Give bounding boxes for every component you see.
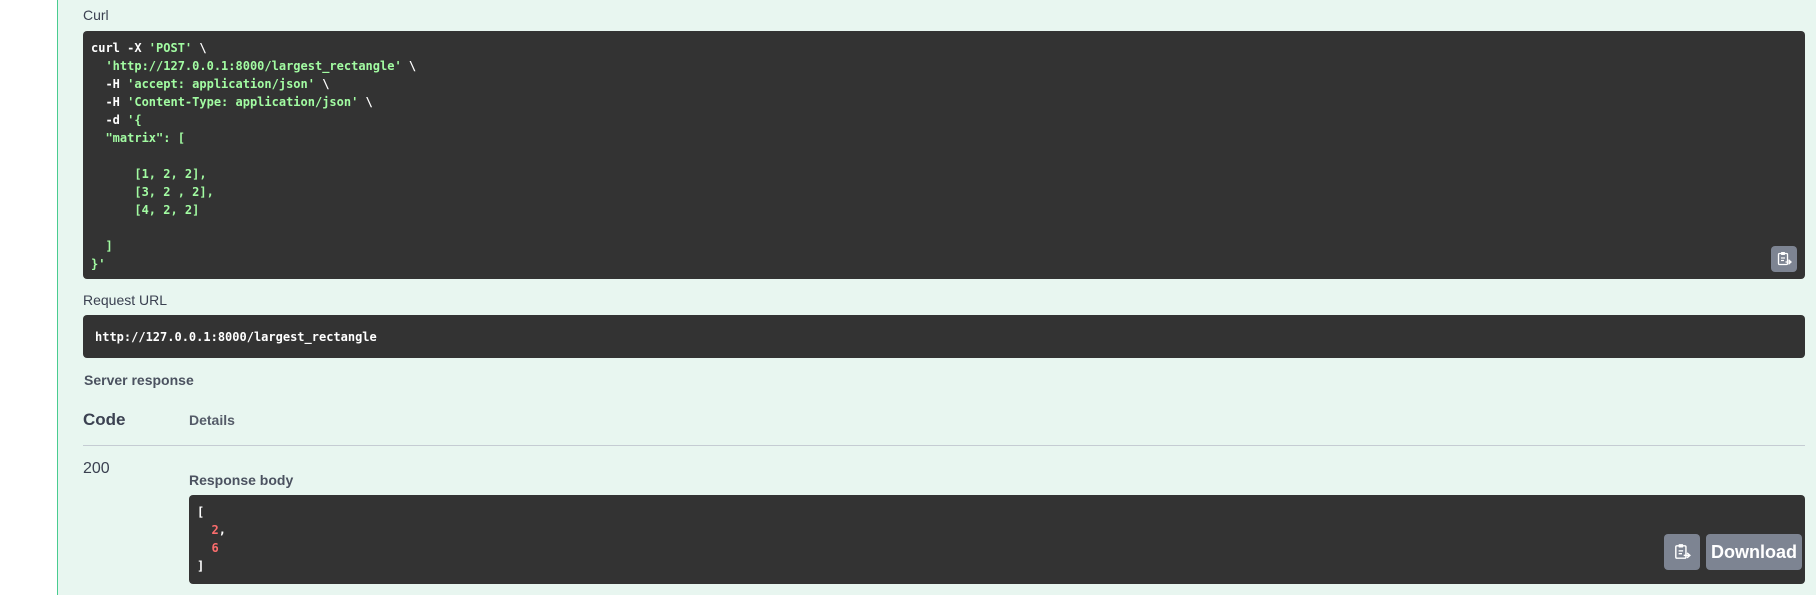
- response-body-token: ,: [218, 523, 226, 537]
- curl-token: "matrix": [: [91, 131, 185, 145]
- curl-token: '{: [127, 113, 142, 127]
- curl-token: 'http://127.0.0.1:8000/largest_rectangle…: [105, 59, 402, 73]
- response-panel: Curl curl -X 'POST' \ 'http://127.0.0.1:…: [57, 0, 1816, 595]
- response-body-label: Response body: [189, 472, 294, 488]
- response-body-token: [197, 523, 211, 537]
- curl-token: [4, 2, 2]: [91, 203, 200, 217]
- curl-line: [1, 2, 2],: [91, 167, 207, 181]
- curl-token: \: [314, 77, 330, 91]
- clipboard-copy-icon: [1675, 544, 1691, 559]
- download-button[interactable]: Download: [1706, 534, 1802, 570]
- curl-line: -H 'Content-Type: application/json' \: [91, 95, 373, 109]
- request-url-label: Request URL: [83, 292, 168, 308]
- response-body-line: 6: [197, 541, 219, 555]
- response-body-line: [: [197, 505, 204, 519]
- curl-command-text: curl -X 'POST' \ 'http://127.0.0.1:8000/…: [91, 39, 1797, 273]
- curl-token: [91, 59, 105, 73]
- response-body-token: 6: [211, 541, 219, 555]
- response-status-code: 200: [83, 460, 110, 477]
- curl-token: curl -X: [91, 41, 149, 55]
- curl-label: Curl: [83, 7, 109, 23]
- curl-line: -d '{: [91, 113, 142, 127]
- response-body-block[interactable]: [ 2, 6 ] Download: [189, 495, 1805, 584]
- server-response-label: Server response: [84, 372, 194, 388]
- curl-token: \: [401, 59, 417, 73]
- clipboard-copy-icon: [1777, 252, 1792, 266]
- curl-token: ]: [91, 239, 113, 253]
- curl-line: ]: [91, 239, 113, 253]
- response-body-line: 2,: [197, 523, 226, 537]
- request-url-block[interactable]: http://127.0.0.1:8000/largest_rectangle: [83, 315, 1805, 358]
- curl-token: 'POST': [148, 41, 193, 55]
- curl-token: -d: [91, 113, 128, 127]
- response-body-token: [: [197, 505, 205, 519]
- copy-curl-button[interactable]: [1771, 246, 1797, 272]
- table-header-divider: [83, 445, 1805, 446]
- curl-line: [3, 2 , 2],: [91, 185, 214, 199]
- curl-token: [1, 2, 2],: [91, 167, 207, 181]
- curl-line: [4, 2, 2]: [91, 203, 199, 217]
- response-body-token: ]: [197, 559, 205, 573]
- curl-line: "matrix": [: [91, 131, 185, 145]
- curl-token: [3, 2 , 2],: [91, 185, 214, 199]
- curl-token: -H: [91, 77, 128, 91]
- details-column-header: Details: [189, 412, 235, 428]
- code-column-header: Code: [83, 410, 126, 429]
- response-body-text: [ 2, 6 ]: [197, 503, 1797, 575]
- curl-line: 'http://127.0.0.1:8000/largest_rectangle…: [91, 59, 416, 73]
- curl-token: 'Content-Type: application/json': [127, 95, 359, 109]
- response-body-token: [197, 541, 211, 555]
- curl-line: }': [91, 257, 105, 271]
- curl-line: -H 'accept: application/json' \: [91, 77, 329, 91]
- curl-token: \: [192, 41, 207, 55]
- curl-line: curl -X 'POST' \: [91, 41, 207, 55]
- response-body-token: 2: [211, 523, 219, 537]
- curl-code-block[interactable]: curl -X 'POST' \ 'http://127.0.0.1:8000/…: [83, 31, 1805, 279]
- curl-token: -H: [91, 95, 128, 109]
- curl-token: 'accept: application/json': [127, 77, 315, 91]
- curl-token: }': [91, 257, 106, 271]
- response-body-line: ]: [197, 559, 204, 573]
- copy-response-button[interactable]: [1664, 534, 1700, 570]
- curl-token: \: [358, 95, 373, 109]
- request-url-value: http://127.0.0.1:8000/largest_rectangle: [95, 330, 377, 344]
